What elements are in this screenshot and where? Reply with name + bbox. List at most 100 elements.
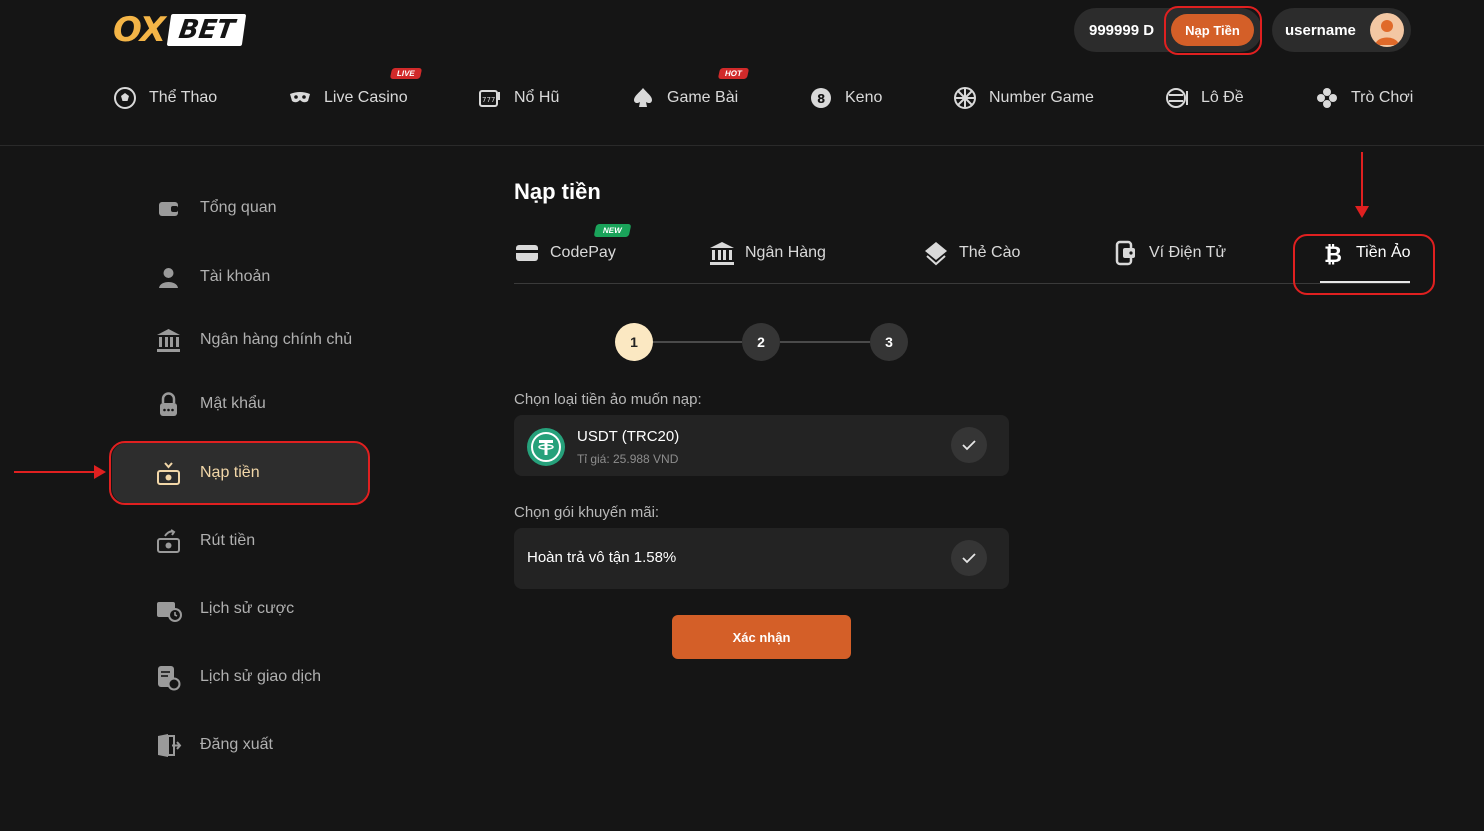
step-connector xyxy=(652,341,742,343)
nav-label: Thể Thao xyxy=(149,89,218,106)
sidebar-item-label: Rút tiền xyxy=(200,532,256,549)
nav-label: Number Game xyxy=(989,89,1094,106)
balance-value: 999999 D xyxy=(1089,21,1155,39)
sidebar-item-label: Mật khẩu xyxy=(200,395,266,412)
tab-label: Ngân Hàng xyxy=(745,244,826,261)
main-nav: Thể Thao Live Casino LIVE 777 Nổ Hũ Game… xyxy=(0,68,1484,116)
user-menu[interactable]: username xyxy=(1272,8,1411,52)
lock-icon xyxy=(160,391,177,416)
spade-icon xyxy=(634,88,652,107)
sidebar-item-label: Tổng quan xyxy=(200,199,277,216)
sidebar-item-ngan-hang[interactable]: Ngân hàng chính chủ xyxy=(155,325,352,355)
annotation-ring-tab xyxy=(1293,234,1435,295)
tab-label: Thẻ Cào xyxy=(959,244,1021,261)
annotation-arrow-head xyxy=(94,465,106,479)
nav-label: Lô Đề xyxy=(1201,89,1244,106)
lottery-ball-icon xyxy=(1166,88,1188,108)
crypto-option-usdt[interactable]: USDT (TRC20) Tỉ giá: 25.988 VND xyxy=(514,415,1009,476)
crypto-option-rate: Tỉ giá: 25.988 VND xyxy=(577,452,679,466)
live-badge: LIVE xyxy=(389,68,422,79)
annotation-arrow-line xyxy=(14,471,98,473)
deposit-money-icon xyxy=(157,461,180,485)
nav-item-tro-choi[interactable]: Trò Chơi xyxy=(1315,80,1413,116)
sidebar-item-tai-khoan[interactable]: Tài khoản xyxy=(155,262,270,292)
step-3: 3 xyxy=(870,323,908,361)
check-icon[interactable] xyxy=(951,427,987,463)
username: username xyxy=(1285,21,1356,39)
withdraw-money-icon xyxy=(157,528,180,553)
soccer-ball-icon xyxy=(114,87,136,109)
promo-option-title: Hoàn trả vô tận 1.58% xyxy=(527,549,677,566)
e-wallet-icon xyxy=(1115,240,1135,266)
promo-label: Chọn gói khuyến mãi: xyxy=(514,504,660,521)
nav-item-the-thao[interactable]: Thể Thao xyxy=(113,80,217,116)
tab-ngan-hang[interactable]: Ngân Hàng xyxy=(709,238,826,268)
sidebar-item-rut-tien[interactable]: Rút tiền xyxy=(155,526,255,556)
sidebar-item-label: Lịch sử giao dịch xyxy=(200,668,321,685)
logo[interactable]: OX BET xyxy=(113,10,247,50)
nav-item-live-casino[interactable]: Live Casino LIVE xyxy=(288,68,422,116)
svg-text:777: 777 xyxy=(482,96,495,104)
ball-8-icon: 8 xyxy=(811,88,831,108)
crypto-option-title: USDT (TRC20) xyxy=(577,428,680,445)
bank-icon xyxy=(157,328,180,352)
logo-bet: BET xyxy=(166,14,247,46)
tab-vi-dien-tu[interactable]: Ví Điện Tử xyxy=(1113,238,1226,268)
step-1: 1 xyxy=(615,323,653,361)
tabs-divider xyxy=(514,283,1410,284)
tab-the-cao[interactable]: Thẻ Cào xyxy=(923,238,1020,268)
tab-label: Ví Điện Tử xyxy=(1149,244,1227,261)
card-icon xyxy=(516,245,538,261)
step-2: 2 xyxy=(742,323,780,361)
tab-codepay[interactable]: CodePay xyxy=(514,238,616,268)
sidebar-item-label: Tài khoản xyxy=(200,268,271,285)
nav-label: Live Casino xyxy=(324,89,408,106)
logout-icon xyxy=(158,733,182,757)
sidebar-item-dang-xuat[interactable]: Đăng xuất xyxy=(155,730,273,760)
sidebar-item-lich-su-cuoc[interactable]: Lịch sử cược xyxy=(155,594,294,624)
nav-label: Nổ Hũ xyxy=(514,89,560,106)
step-connector xyxy=(780,341,870,343)
nav-item-lo-de[interactable]: Lô Đề xyxy=(1165,80,1244,116)
promo-option[interactable]: Hoàn trả vô tận 1.58% xyxy=(514,528,1009,589)
wallet-icon xyxy=(159,201,178,216)
hot-badge: HOT xyxy=(717,68,750,79)
sidebar-item-lich-su-giao-dich[interactable]: Lịch sử giao dịch xyxy=(155,662,321,692)
user-icon xyxy=(159,267,178,288)
mask-icon xyxy=(290,92,310,103)
avatar[interactable] xyxy=(1370,13,1404,47)
svg-text:8: 8 xyxy=(817,92,825,106)
nav-item-number-game[interactable]: Number Game xyxy=(953,80,1094,116)
annotation-arrow-line xyxy=(1361,152,1363,208)
nav-label: Keno xyxy=(845,89,883,106)
sidebar-item-label: Lịch sử cược xyxy=(200,600,295,617)
nav-label: Game Bài xyxy=(667,89,739,106)
clover-icon xyxy=(1317,88,1337,108)
check-icon[interactable] xyxy=(951,540,987,576)
ticket-history-icon xyxy=(157,601,182,622)
header: OX BET 999999 D Nạp Tiền username Thể Th… xyxy=(0,0,1484,146)
transaction-history-icon xyxy=(158,665,181,690)
nav-item-game-bai[interactable]: Game Bài HOT xyxy=(631,68,750,116)
crypto-label: Chọn loại tiền ảo muốn nạp: xyxy=(514,391,702,408)
new-badge: NEW xyxy=(593,224,632,237)
nav-item-keno[interactable]: 8 Keno xyxy=(809,80,882,116)
page-title: Nạp tiền xyxy=(514,179,601,204)
layers-icon xyxy=(925,242,947,266)
sidebar-item-label: Nạp tiền xyxy=(200,464,260,481)
bank-icon xyxy=(710,242,734,265)
sidebar-item-mat-khau[interactable]: Mật khẩu xyxy=(155,389,266,419)
nav-label: Trò Chơi xyxy=(1351,89,1414,106)
sidebar-item-tong-quan[interactable]: Tổng quan xyxy=(155,193,277,223)
confirm-button[interactable]: Xác nhận xyxy=(672,615,851,659)
tether-icon xyxy=(527,428,565,466)
sidebar-item-label: Đăng xuất xyxy=(200,736,273,753)
sidebar-item-nap-tien[interactable]: Nạp tiền xyxy=(155,458,260,488)
wheel-icon xyxy=(954,87,976,109)
tab-label: CodePay xyxy=(550,244,616,261)
nav-item-no-hu[interactable]: 777 Nổ Hũ xyxy=(478,80,559,116)
annotation-ring-deposit xyxy=(1164,6,1262,55)
annotation-arrow-head xyxy=(1355,206,1369,218)
sidebar-item-label: Ngân hàng chính chủ xyxy=(200,331,353,348)
logo-ox: OX xyxy=(113,10,166,50)
